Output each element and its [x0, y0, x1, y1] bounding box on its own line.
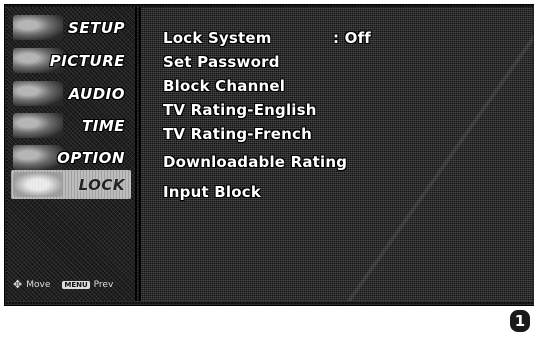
navigation-hint: ✥ Move MENU Prev [13, 278, 133, 291]
menu-item-time[interactable]: TIME [11, 111, 131, 140]
menu-item-label: OPTION [57, 148, 125, 167]
menu-item-label: LOCK [78, 175, 125, 194]
set-password-option[interactable]: Set Password [163, 53, 280, 71]
main-menu-sidebar: SETUP PICTURE AUDIO TIME OPTION LOCK ✥ M… [7, 7, 137, 301]
menu-item-audio[interactable]: AUDIO [11, 79, 131, 108]
move-arrows-icon: ✥ [13, 278, 23, 291]
input-block-option[interactable]: Input Block [163, 183, 261, 201]
audio-thumbnail-icon [13, 81, 63, 106]
block-channel-option[interactable]: Block Channel [163, 77, 285, 95]
menu-item-picture[interactable]: PICTURE [11, 46, 131, 75]
menu-item-lock[interactable]: LOCK [11, 170, 131, 199]
menu-item-setup[interactable]: SETUP [11, 13, 131, 42]
menu-item-option[interactable]: OPTION [11, 143, 131, 172]
menu-item-label: AUDIO [68, 84, 125, 103]
setup-thumbnail-icon [13, 15, 63, 40]
prev-hint-label: Prev [93, 279, 114, 290]
lock-settings-panel: Lock System : Off Set Password Block Cha… [139, 7, 533, 301]
tv-rating-french-option[interactable]: TV Rating-French [163, 125, 312, 143]
move-hint-label: Move [26, 279, 51, 290]
downloadable-rating-option[interactable]: Downloadable Rating [163, 153, 347, 171]
menu-key-icon: MENU [62, 280, 90, 289]
tv-osd-screen: SETUP PICTURE AUDIO TIME OPTION LOCK ✥ M… [4, 4, 534, 306]
lock-system-option[interactable]: Lock System [163, 29, 272, 47]
option-label: Lock System [163, 29, 272, 47]
time-thumbnail-icon [13, 113, 63, 138]
menu-item-label: TIME [82, 116, 125, 135]
step-number-badge: 1 [510, 310, 530, 332]
option-thumbnail-icon [13, 145, 63, 170]
tv-rating-english-option[interactable]: TV Rating-English [163, 101, 317, 119]
menu-item-label: SETUP [68, 18, 125, 37]
lock-thumbnail-icon [13, 172, 63, 197]
lock-system-value: : Off [333, 29, 372, 47]
menu-item-label: PICTURE [49, 51, 125, 70]
